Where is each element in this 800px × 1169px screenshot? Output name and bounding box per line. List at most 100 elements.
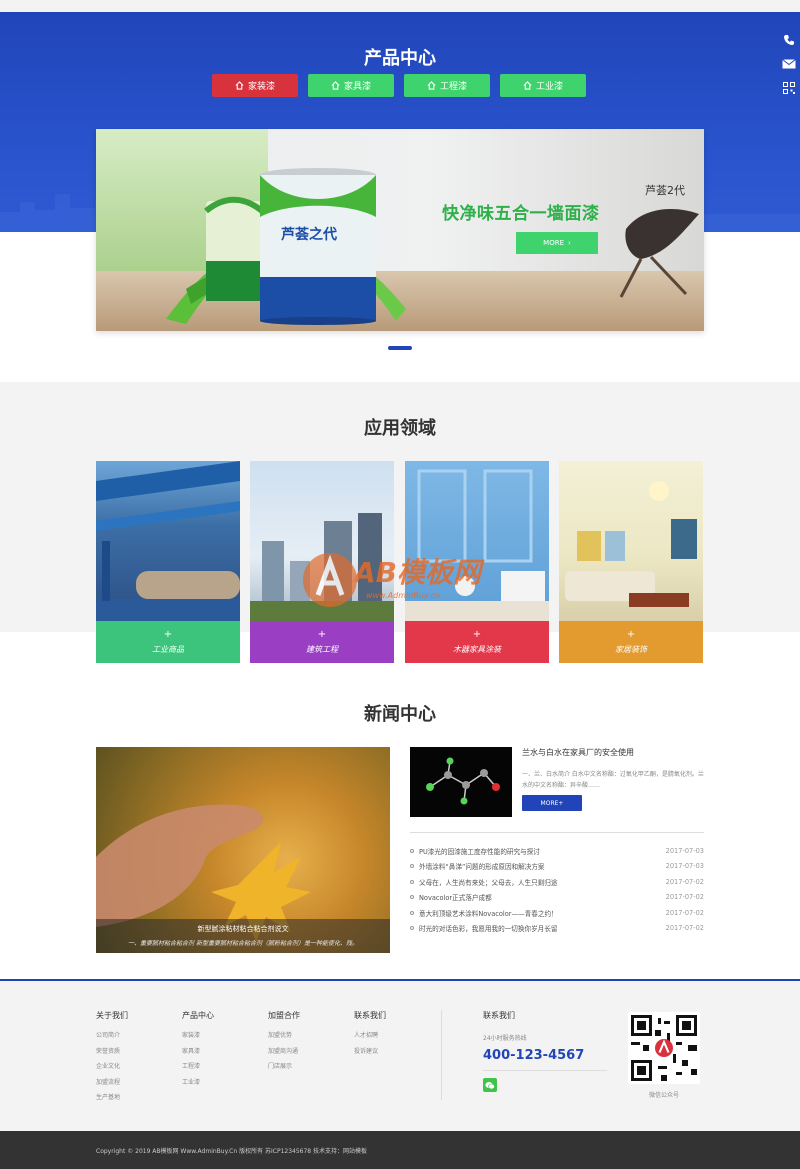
news-item-title: 意大利顶级艺术涂料Novacolor——青春之约！ xyxy=(419,909,558,918)
footer-contact: 联系我们 24小时服务热线 400-123-4567 xyxy=(483,1010,607,1092)
footer-col-heading: 关于我们 xyxy=(96,1011,128,1020)
application-card-industrial[interactable]: + 工业商品 xyxy=(96,461,240,663)
footer-link[interactable]: 家装漆 xyxy=(182,1030,214,1046)
wechat-qrcode xyxy=(628,1012,700,1084)
news-list-item[interactable]: 时光的对话色彩，我愿用我的一切换你岁月长留 2017-07-02 xyxy=(410,921,704,937)
industrial-illustration xyxy=(96,461,240,621)
news-title: 新闻中心 xyxy=(364,704,436,725)
footer-col-heading: 加盟合作 xyxy=(268,1011,300,1020)
footer-link[interactable]: 企业文化 xyxy=(96,1061,128,1077)
tab-jiazhuang[interactable]: 家装漆 xyxy=(212,74,298,97)
watermark-logo-icon xyxy=(303,553,357,607)
bullet-icon xyxy=(410,864,414,869)
side-float-bar xyxy=(778,28,800,100)
application-caption: + 家居装饰 xyxy=(559,621,703,663)
hotline-number[interactable]: 400-123-4567 xyxy=(483,1048,607,1063)
news-list-item[interactable]: 意大利顶级艺术涂料Novacolor——青春之约！ 2017-07-02 xyxy=(410,905,704,921)
footer-col-about: 关于我们 公司简介 荣誉资质 企业文化 加盟流程 生产基地 xyxy=(96,1010,128,1108)
footer-link[interactable]: 加盟流程 xyxy=(96,1077,128,1093)
news-item-title: PU漆光的固漆施工度存性能的研究与探讨 xyxy=(419,847,540,856)
footer-col-products: 产品中心 家装漆 家具漆 工程漆 工业漆 xyxy=(182,1010,214,1092)
watermark-text: AB模板网 xyxy=(354,556,482,589)
plus-icon: + xyxy=(472,628,482,640)
news-main-desc: 一、重要腻材粘合粘合剂 新型重要腻材粘合粘合剂（腻粉粘合剂）是一种能使化、残。 xyxy=(128,940,358,947)
home-decor-image xyxy=(559,461,703,621)
footer-link[interactable]: 人才招聘 xyxy=(354,1030,386,1046)
copyright-text: Copyright © 2019 AB模板网 Www.AdminBuy.Cn 版… xyxy=(96,1148,368,1155)
living-room-illustration xyxy=(565,481,697,607)
house-icon xyxy=(427,81,436,90)
footer-link[interactable]: 公司简介 xyxy=(96,1030,128,1046)
news-item-date: 2017-07-02 xyxy=(665,877,704,886)
bullet-icon xyxy=(410,848,414,853)
mail-icon[interactable] xyxy=(778,52,800,76)
news-feature: 兰水与白水在家具厂的安全使用 一、兰、白水简介 白水中文名称酯：过氧化甲乙酮，是… xyxy=(410,747,704,819)
tab-label: 家装漆 xyxy=(247,82,275,92)
application-label: 建筑工程 xyxy=(306,644,338,654)
tab-gongye[interactable]: 工业漆 xyxy=(500,74,586,97)
qrcode-caption: 微信公众号 xyxy=(648,1092,679,1099)
news-main-article[interactable]: 新型腻涂粘材粘合粘合剂说文 一、重要腻材粘合粘合剂 新型重要腻材粘合粘合剂（腻粉… xyxy=(96,747,390,953)
watermark-sub: www.AdminBuy.cn xyxy=(366,591,440,600)
news-list-item[interactable]: 外墙涂料“鼻涕”问题的形成原因和解决方案 2017-07-03 xyxy=(410,859,704,875)
news-item-title: 父母在，人生尚有来处；父母去，人生只剩归途 xyxy=(419,878,558,887)
news-item-title: 外墙涂料“鼻涕”问题的形成原因和解决方案 xyxy=(419,863,545,872)
tab-jiaju[interactable]: 家具漆 xyxy=(308,74,394,97)
news-divider xyxy=(410,832,704,833)
bullet-icon xyxy=(410,895,414,900)
plus-icon: + xyxy=(626,628,636,640)
banner-slogan-big: 快净味五合一墙面漆 xyxy=(442,204,600,224)
footer-link[interactable]: 门店展示 xyxy=(268,1061,300,1077)
news-list: PU漆光的固漆施工度存性能的研究与探讨 2017-07-03 外墙涂料“鼻涕”问… xyxy=(410,843,704,936)
plus-icon: + xyxy=(317,628,327,640)
qrcode-icon[interactable] xyxy=(778,76,800,100)
application-card-home[interactable]: + 家居装饰 xyxy=(559,461,703,663)
product-banner[interactable]: 芦荟之代 芦荟2代 快净味五合一墙面漆 MORE › xyxy=(96,129,704,331)
tab-label: 工程漆 xyxy=(439,82,467,92)
more-label: MORE xyxy=(543,239,565,247)
house-icon xyxy=(235,81,244,90)
chevron-right-icon: › xyxy=(568,239,571,247)
house-icon xyxy=(523,81,532,90)
applications-title: 应用领域 xyxy=(364,418,436,439)
news-item-date: 2017-07-02 xyxy=(665,924,704,933)
paint-can-large xyxy=(260,168,376,325)
news-more-button[interactable]: MORE+ xyxy=(522,795,582,811)
footer-link[interactable]: 加盟商沟通 xyxy=(268,1046,300,1062)
news-list-item[interactable]: 父母在，人生尚有来处；父母去，人生只剩归途 2017-07-02 xyxy=(410,874,704,890)
news-feature-desc: 一、兰、白水简介 白水中文名称酯：过氧化甲乙酮，是腈氧化剂。兰水的中文名称酯：异… xyxy=(522,771,704,789)
contact-divider xyxy=(483,1070,607,1071)
footer-col-contact: 联系我们 人才招聘 投诉建议 xyxy=(354,1010,386,1061)
tab-label: 工业漆 xyxy=(535,82,563,92)
lounge-chair-illustration xyxy=(619,209,699,298)
footer-link[interactable]: 工程漆 xyxy=(182,1061,214,1077)
footer-link[interactable]: 加盟优势 xyxy=(268,1030,300,1046)
molecule-thumbnail[interactable] xyxy=(410,747,512,817)
contact-heading: 联系我们 xyxy=(483,1011,515,1020)
news-main-title: 新型腻涂粘材粘合粘合剂说文 xyxy=(197,925,289,933)
news-list-item[interactable]: PU漆光的固漆施工度存性能的研究与探讨 2017-07-03 xyxy=(410,843,704,859)
top-strip xyxy=(0,0,800,12)
news-feature-title[interactable]: 兰水与白水在家具厂的安全使用 xyxy=(522,747,634,758)
application-label: 工业商品 xyxy=(152,644,184,654)
house-icon xyxy=(331,81,340,90)
copyright-bar: Copyright © 2019 AB模板网 Www.AdminBuy.Cn 版… xyxy=(0,1131,800,1169)
phone-icon[interactable] xyxy=(778,28,800,52)
footer-link[interactable]: 家具漆 xyxy=(182,1046,214,1062)
tab-gongcheng[interactable]: 工程漆 xyxy=(404,74,490,97)
banner-more-button[interactable]: MORE › xyxy=(516,232,598,254)
footer-link[interactable]: 生产基地 xyxy=(96,1092,128,1108)
bullet-icon xyxy=(410,910,414,915)
news-list-item[interactable]: Novacolor正式落户成都 2017-07-02 xyxy=(410,890,704,906)
carousel-indicator[interactable] xyxy=(388,346,412,350)
bullet-icon xyxy=(410,926,414,931)
footer-link[interactable]: 投诉建议 xyxy=(354,1046,386,1062)
can-brand-text: 芦荟之代 xyxy=(281,227,337,243)
footer-link[interactable]: 荣誉资质 xyxy=(96,1046,128,1062)
footer-col-join: 加盟合作 加盟优势 加盟商沟通 门店展示 xyxy=(268,1010,300,1077)
footer-link[interactable]: 工业漆 xyxy=(182,1077,214,1093)
bullet-icon xyxy=(410,879,414,884)
wechat-icon[interactable] xyxy=(483,1078,497,1092)
application-label: 家居装饰 xyxy=(615,644,647,654)
plus-icon: + xyxy=(163,628,173,640)
